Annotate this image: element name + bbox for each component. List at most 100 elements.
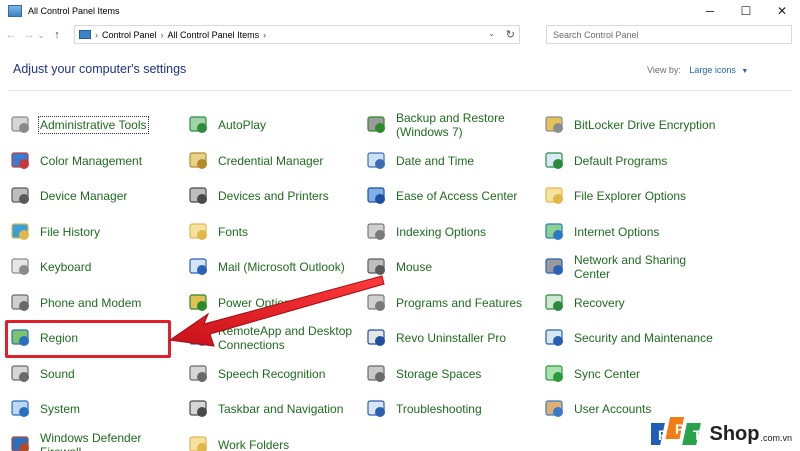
item-label: File Explorer Options: [574, 189, 687, 203]
search-input[interactable]: Search Control Panel: [546, 25, 792, 44]
item-device-manager[interactable]: Device Manager: [10, 179, 185, 213]
item-label: Devices and Printers: [218, 189, 329, 203]
microphone-icon: [188, 363, 210, 385]
item-label: Date and Time: [396, 153, 475, 168]
svg-text:P: P: [675, 421, 684, 437]
item-label: System: [40, 402, 81, 416]
troubleshooting-icon: [366, 398, 388, 420]
divider: [8, 90, 792, 91]
item-label: Storage Spaces: [396, 366, 482, 381]
item-ease-of-access-center[interactable]: Ease of Access Center: [366, 179, 541, 213]
item-administrative-tools[interactable]: Administrative Tools: [10, 108, 185, 142]
chevron-down-icon[interactable]: ▼: [741, 68, 748, 75]
search-placeholder: Search Control Panel: [553, 29, 639, 40]
item-label: Programs and Features: [396, 295, 523, 310]
fonts-icon: [188, 221, 210, 243]
item-label: Work Folders: [218, 437, 290, 451]
breadcrumb-control-panel[interactable]: Control Panel: [102, 30, 157, 40]
item-system[interactable]: System: [10, 392, 185, 426]
device-manager-icon: [10, 185, 32, 207]
breadcrumb-separator[interactable]: ›: [95, 30, 98, 40]
item-sync-center[interactable]: Sync Center: [544, 357, 719, 391]
view-by-dropdown[interactable]: Large icons: [689, 65, 736, 75]
address-dropdown-icon[interactable]: ⌄: [488, 29, 495, 38]
breadcrumb-separator[interactable]: ›: [263, 30, 266, 40]
item-phone-and-modem[interactable]: Phone and Modem: [10, 286, 185, 320]
item-file-history[interactable]: File History: [10, 215, 185, 249]
item-label: AutoPlay: [218, 118, 267, 132]
watermark-brand: Shop: [709, 423, 760, 445]
forward-button[interactable]: →: [22, 29, 36, 41]
bitlocker-icon: [544, 114, 566, 136]
autoplay-icon: [188, 114, 210, 136]
item-indexing-options[interactable]: Indexing Options: [366, 215, 541, 249]
region-highlight-box: [5, 320, 171, 358]
item-programs-and-features[interactable]: Programs and Features: [366, 286, 541, 320]
item-backup-and-restore-windows-7[interactable]: Backup and Restore (Windows 7): [366, 108, 541, 142]
item-label: Indexing Options: [396, 224, 487, 239]
item-label: Revo Uninstaller Pro: [396, 331, 507, 345]
item-label: Taskbar and Navigation: [218, 402, 344, 416]
breadcrumb-all-items[interactable]: All Control Panel Items: [168, 30, 260, 40]
keyboard-icon: [10, 256, 32, 278]
maximize-button[interactable]: ☐: [728, 0, 764, 22]
watermark-domain: .com.vn: [760, 433, 792, 443]
item-label: Recovery: [574, 295, 625, 310]
item-label: User Accounts: [574, 402, 652, 416]
item-bitlocker-drive-encryption[interactable]: BitLocker Drive Encryption: [544, 108, 719, 142]
item-storage-spaces[interactable]: Storage Spaces: [366, 357, 541, 391]
title-bar: All Control Panel Items ─ ☐ ✕: [0, 0, 800, 22]
file-history-icon: [10, 221, 32, 243]
item-devices-and-printers[interactable]: Devices and Printers: [188, 179, 363, 213]
item-windows-defender-firewall[interactable]: Windows Defender Firewall: [10, 428, 185, 451]
window-controls: ─ ☐ ✕: [692, 0, 800, 22]
item-internet-options[interactable]: Internet Options: [544, 215, 719, 249]
item-troubleshooting[interactable]: Troubleshooting: [366, 392, 541, 426]
item-recovery[interactable]: Recovery: [544, 286, 719, 320]
minimize-button[interactable]: ─: [692, 0, 728, 22]
item-date-and-time[interactable]: Date and Time: [366, 144, 541, 178]
item-credential-manager[interactable]: Credential Manager: [188, 144, 363, 178]
back-button[interactable]: ←: [4, 29, 18, 41]
breadcrumb-separator[interactable]: ›: [161, 30, 164, 40]
window-title: All Control Panel Items: [28, 6, 120, 16]
system-icon: [10, 398, 32, 420]
item-taskbar-and-navigation[interactable]: Taskbar and Navigation: [188, 392, 363, 426]
item-autoplay[interactable]: AutoPlay: [188, 108, 363, 142]
item-default-programs[interactable]: Default Programs: [544, 144, 719, 178]
close-button[interactable]: ✕: [764, 0, 800, 22]
item-label: Sound: [40, 366, 75, 381]
item-label: Device Manager: [40, 189, 128, 203]
view-by-label: View by:: [647, 65, 681, 75]
ease-of-access-icon: [366, 185, 388, 207]
network-icon: [544, 256, 566, 278]
storage-icon: [366, 363, 388, 385]
item-keyboard[interactable]: Keyboard: [10, 250, 185, 284]
item-sound[interactable]: Sound: [10, 357, 185, 391]
item-work-folders[interactable]: Work Folders: [188, 428, 363, 451]
item-color-management[interactable]: Color Management: [10, 144, 185, 178]
address-bar[interactable]: › Control Panel › All Control Panel Item…: [74, 25, 520, 44]
up-button[interactable]: ↑: [50, 29, 64, 41]
item-label: Mouse: [396, 260, 433, 274]
item-label: Troubleshooting: [396, 402, 482, 416]
item-network-and-sharing-center[interactable]: Network and Sharing Center: [544, 250, 719, 284]
item-label: Phone and Modem: [40, 295, 142, 310]
page-title: Adjust your computer's settings: [13, 62, 187, 76]
item-mouse[interactable]: Mouse: [366, 250, 541, 284]
item-fonts[interactable]: Fonts: [188, 215, 363, 249]
item-label: Backup and Restore (Windows 7): [396, 111, 505, 139]
fpt-logo-icon: F P T: [651, 417, 702, 445]
item-label: Administrative Tools: [38, 116, 149, 134]
item-label: Default Programs: [574, 153, 668, 168]
indexing-icon: [366, 221, 388, 243]
item-revo-uninstaller-pro[interactable]: Revo Uninstaller Pro: [366, 321, 541, 355]
view-by: View by: Large icons ▼: [647, 65, 748, 75]
item-file-explorer-options[interactable]: File Explorer Options: [544, 179, 719, 213]
item-security-and-maintenance[interactable]: Security and Maintenance: [544, 321, 719, 355]
item-label: Ease of Access Center: [396, 189, 518, 203]
recent-locations-button[interactable]: ⌄: [36, 31, 46, 40]
security-flag-icon: [544, 327, 566, 349]
refresh-icon[interactable]: ↻: [506, 28, 515, 41]
svg-text:T: T: [693, 427, 702, 443]
